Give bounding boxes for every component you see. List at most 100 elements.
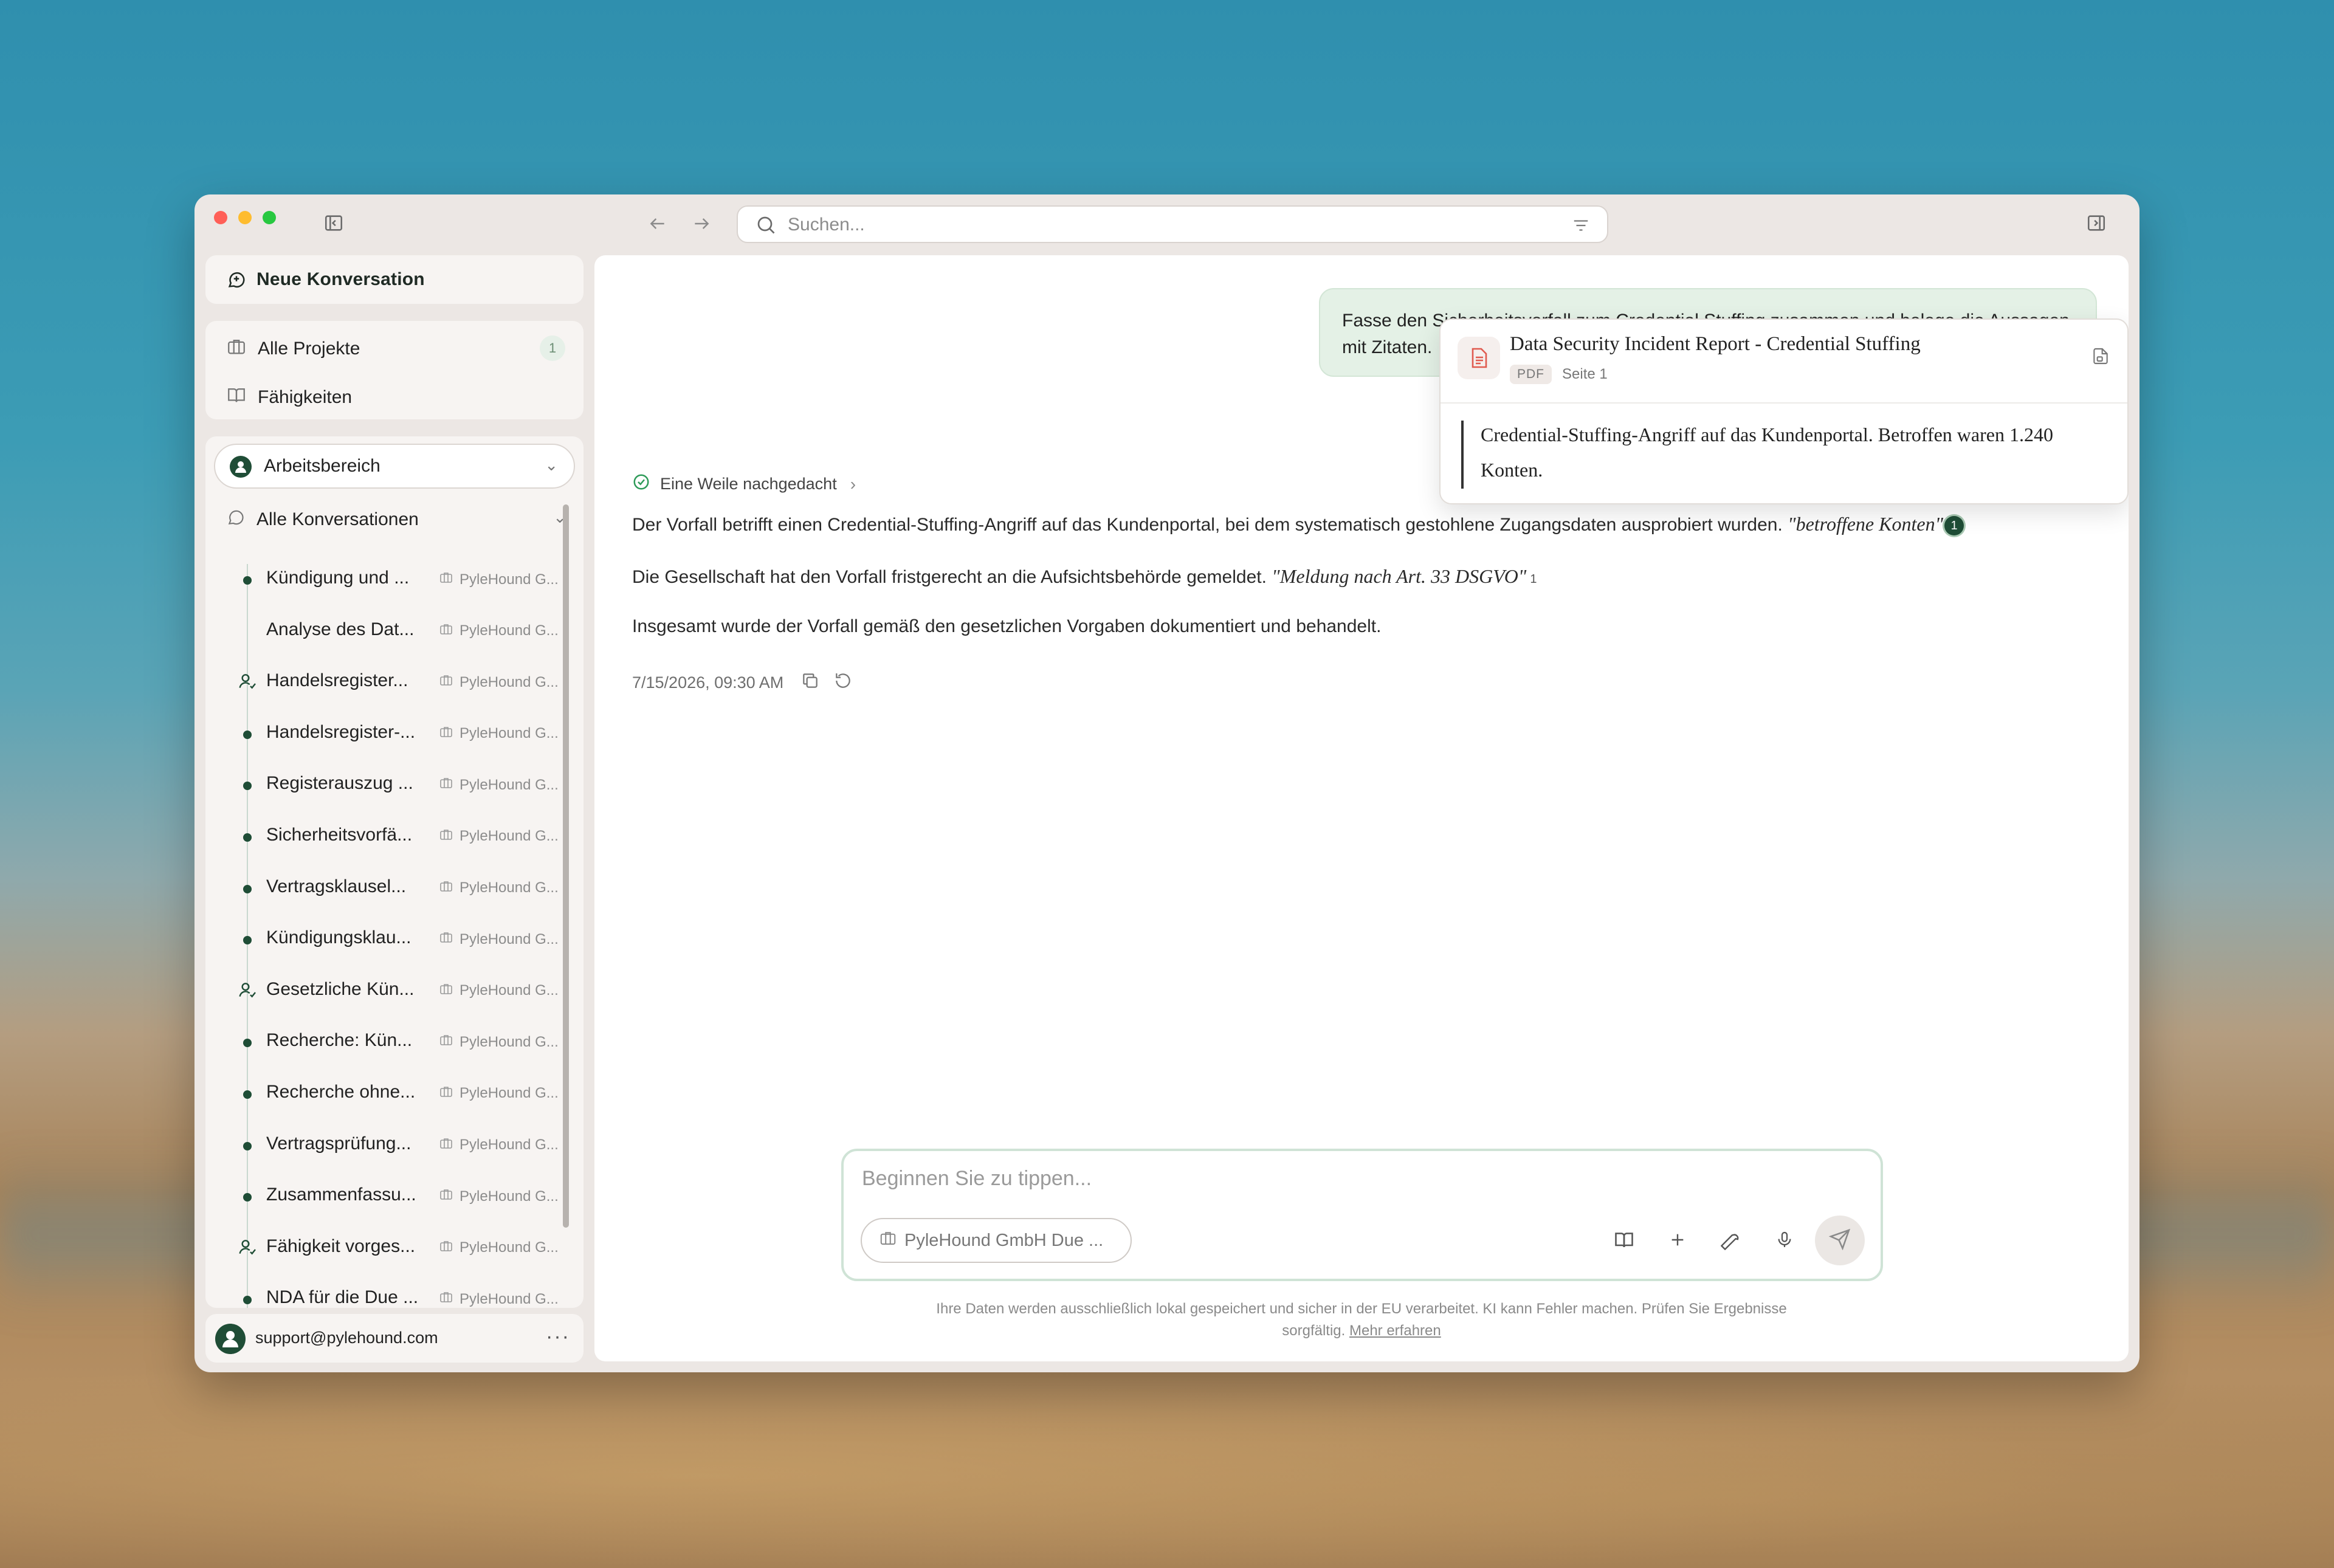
conversation-title: Gesetzliche Kün... <box>266 978 415 999</box>
sidebar-scrollbar[interactable] <box>563 504 569 1228</box>
close-window-button[interactable] <box>214 211 227 224</box>
sidebar-item-skills[interactable]: Fähigkeiten <box>226 380 352 414</box>
conversation-project: PyleHound G... <box>439 570 573 589</box>
citation-marker[interactable]: 1 <box>1944 516 1964 536</box>
conversation-list-item[interactable]: Sicherheitsvorfä... PyleHound G... <box>205 813 570 864</box>
user-account-bar[interactable]: support@pylehound.com ··· <box>205 1314 584 1363</box>
regenerate-icon[interactable] <box>833 671 853 695</box>
conversation-project: PyleHound G... <box>439 1187 573 1206</box>
conversation-project: PyleHound G... <box>439 879 573 898</box>
toggle-sidebar-icon[interactable] <box>323 213 344 237</box>
conversation-dot-icon <box>243 782 252 791</box>
sidebar-item-label: Alle Projekte <box>258 339 360 359</box>
disclaimer-text: sorgfältig. <box>1282 1322 1346 1339</box>
conversation-panel: Arbeitsbereich ⌄ Alle Konversationen ⌄ K… <box>205 436 584 1308</box>
all-conversations-header[interactable]: Alle Konversationen ⌄ <box>226 504 566 535</box>
chevron-right-icon: › <box>850 474 856 493</box>
conversation-title: Vertragsklausel... <box>266 876 407 896</box>
conversation-project-label: PyleHound G... <box>460 571 559 588</box>
conversation-title: NDA für die Due ... <box>266 1287 419 1308</box>
filter-icon[interactable] <box>1572 216 1590 238</box>
conversation-title: Fähigkeit vorges... <box>266 1236 416 1256</box>
conversation-list-item[interactable]: Gesetzliche Kün... PyleHound G... <box>205 967 570 1019</box>
conversation-list-item[interactable]: Fähigkeit vorges... PyleHound G... <box>205 1224 570 1276</box>
conversation-list-item[interactable]: Recherche: Kün... PyleHound G... <box>205 1018 570 1070</box>
learn-more-link[interactable]: Mehr erfahren <box>1349 1322 1441 1339</box>
search-bar[interactable] <box>737 205 1608 243</box>
back-arrow-icon[interactable] <box>648 214 667 237</box>
search-input[interactable] <box>787 211 1518 238</box>
forward-arrow-icon[interactable] <box>692 214 711 237</box>
message-meta: 7/15/2026, 09:30 AM <box>632 671 853 695</box>
conversation-list-item[interactable]: Kündigungsklau... PyleHound G... <box>205 915 570 967</box>
workspace-label: Arbeitsbereich <box>264 456 380 476</box>
conversation-project: PyleHound G... <box>439 775 573 794</box>
briefcase-icon <box>439 1239 453 1257</box>
attach-button[interactable] <box>1662 1225 1693 1257</box>
thought-indicator[interactable]: Eine Weile nachgedacht › <box>632 473 856 495</box>
sidebar-item-projects[interactable]: Alle Projekte <box>226 332 566 366</box>
source-title[interactable]: Data Security Incident Report - Credenti… <box>1510 333 1921 356</box>
response-paragraph: Die Gesellschaft hat den Vorfall fristge… <box>632 565 1537 588</box>
open-document-icon[interactable] <box>2091 346 2110 369</box>
message-input[interactable] <box>861 1166 1836 1202</box>
citation-marker[interactable]: 1 <box>1530 573 1537 586</box>
conversation-list-item[interactable]: Kündigung und ... PyleHound G... <box>205 555 570 607</box>
new-conversation-label: Neue Konversation <box>256 269 425 289</box>
all-conversations-label: Alle Konversationen <box>256 509 419 529</box>
conversation-list-item[interactable]: Vertragsklausel... PyleHound G... <box>205 864 570 916</box>
maximize-window-button[interactable] <box>263 211 276 224</box>
new-conversation-button[interactable]: Neue Konversation <box>205 255 584 304</box>
conversation-dot-icon <box>243 1296 252 1305</box>
voice-input-button[interactable] <box>1769 1225 1800 1257</box>
toggle-right-panel-icon[interactable] <box>2086 213 2107 237</box>
conversation-list-item[interactable]: Vertragsprüfung... PyleHound G... <box>205 1121 570 1173</box>
conversation-list-item[interactable]: Handelsregister... PyleHound G... <box>205 658 570 710</box>
chat-bubble-icon <box>226 507 246 532</box>
conversation-list-item[interactable]: Recherche ohne... PyleHound G... <box>205 1070 570 1121</box>
briefcase-icon <box>439 930 453 949</box>
conversation-list-item[interactable]: Zusammenfassu... PyleHound G... <box>205 1172 570 1224</box>
conversation-title: Analyse des Dat... <box>266 619 415 639</box>
conversation-dot-icon <box>243 576 252 585</box>
more-options-icon[interactable]: ··· <box>546 1325 570 1349</box>
app-window: Neue Konversation Alle Projekte 1 Fähigk… <box>194 194 2140 1372</box>
conversation-title: Handelsregister-... <box>266 721 416 742</box>
briefcase-icon <box>439 570 453 589</box>
conversation-list-item[interactable]: Handelsregister-... PyleHound G... <box>205 710 570 762</box>
conversation-list-item[interactable]: Registerauszug ... PyleHound G... <box>205 761 570 813</box>
conversation-list-item[interactable]: Analyse des Dat... PyleHound G... <box>205 607 570 659</box>
sidebar-item-label: Fähigkeiten <box>258 387 353 407</box>
book-icon <box>1613 1229 1635 1254</box>
disclaimer-line: Ihre Daten werden ausschließlich lokal g… <box>936 1301 1787 1317</box>
response-quote: "Meldung nach Art. 33 DSGVO" <box>1272 565 1527 587</box>
shared-user-icon <box>238 1237 258 1257</box>
privacy-disclaimer: Ihre Daten werden ausschließlich lokal g… <box>594 1298 2129 1342</box>
conversation-dot-icon <box>243 1039 252 1048</box>
minimize-window-button[interactable] <box>238 211 252 224</box>
conversation-dot-icon <box>243 1193 252 1202</box>
conversation-project: PyleHound G... <box>439 827 573 846</box>
conversation-title: Zusammenfassu... <box>266 1185 416 1205</box>
workspace-select[interactable]: Arbeitsbereich ⌄ <box>214 444 575 489</box>
conversation-project: PyleHound G... <box>439 673 573 692</box>
conversation-dot-icon <box>243 730 252 739</box>
copy-icon[interactable] <box>800 671 820 695</box>
book-icon <box>226 385 247 410</box>
message-composer: PyleHound GmbH Due ... <box>841 1149 1883 1281</box>
response-text: Insgesamt wurde der Vorfall gemäß den ge… <box>632 616 1382 636</box>
conversation-project: PyleHound G... <box>439 1136 573 1155</box>
check-circle-icon <box>632 473 650 495</box>
library-button[interactable] <box>1608 1225 1640 1257</box>
conversation-project: PyleHound G... <box>439 1033 573 1051</box>
citation-popover: Data Security Incident Report - Credenti… <box>1439 318 2129 504</box>
tools-button[interactable] <box>1715 1225 1747 1257</box>
conversation-list-item[interactable]: NDA für die Due ... PyleHound G... <box>205 1275 570 1308</box>
titlebar <box>194 194 2140 255</box>
conversation-project-label: PyleHound G... <box>460 673 559 690</box>
avatar <box>215 1324 246 1354</box>
source-page: Seite 1 <box>1562 366 1608 382</box>
send-button[interactable] <box>1815 1216 1865 1265</box>
quote-bar <box>1461 421 1464 489</box>
project-selector-chip[interactable]: PyleHound GmbH Due ... <box>861 1218 1132 1263</box>
